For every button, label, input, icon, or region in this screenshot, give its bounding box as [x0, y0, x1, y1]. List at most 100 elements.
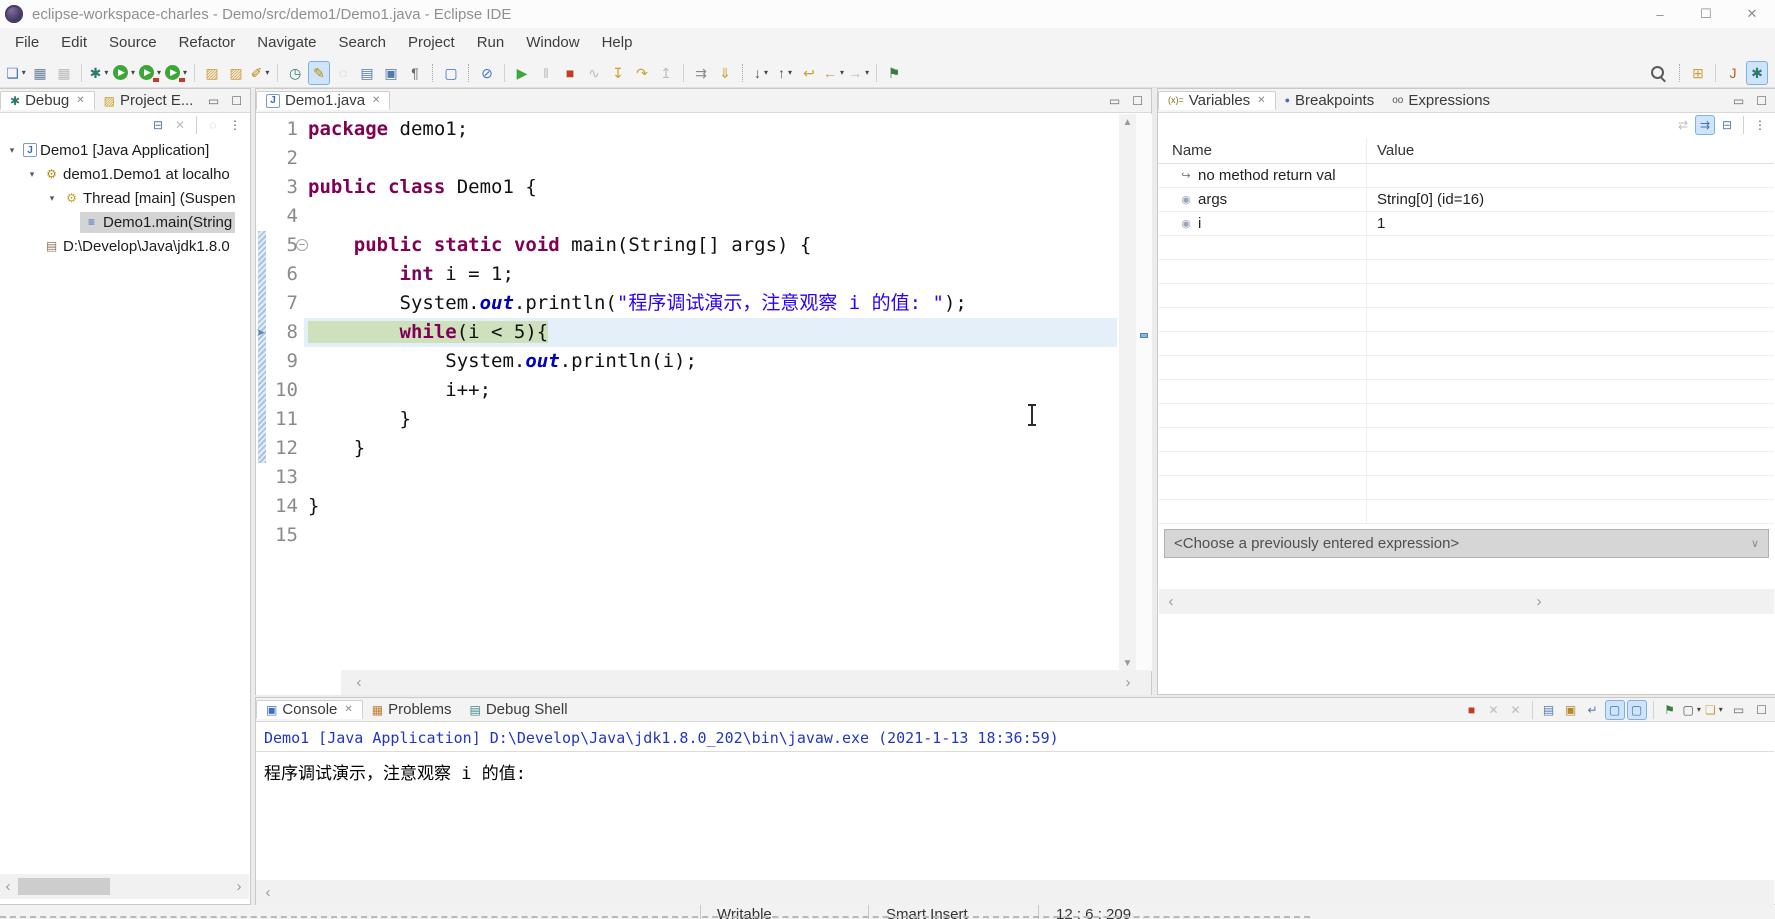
profile-icon[interactable]: ▶▾ [164, 61, 188, 85]
pin-editor-icon[interactable]: ⚑ [883, 61, 905, 85]
maximize-view-icon[interactable]: ☐ [1756, 703, 1767, 717]
menu-help[interactable]: Help [591, 28, 644, 58]
menu-project[interactable]: Project [397, 28, 466, 58]
variable-row[interactable]: ↪no method return val [1158, 164, 1774, 188]
open-console-icon[interactable]: ▢ [440, 61, 462, 85]
maximize-view-icon[interactable]: ☐ [1132, 94, 1143, 108]
scrollbar-thumb[interactable] [18, 878, 110, 895]
show-logical-structures-icon[interactable]: ⇉ [1695, 115, 1715, 135]
tab-debug[interactable]: ✱Debug✕ [0, 91, 95, 110]
variables-table-header[interactable]: Name Value [1158, 138, 1774, 164]
code-line-3[interactable]: 3public class Demo1 { [256, 173, 1117, 202]
code-line-5[interactable]: 5 public static void main(String[] args)… [256, 231, 1117, 260]
remove-all-terminated-icon[interactable]: ✕ [170, 115, 190, 135]
forward-icon[interactable]: →▾ [847, 61, 870, 85]
minimize-view-icon[interactable]: ▭ [1109, 94, 1120, 108]
disconnect-icon[interactable]: ∿ [583, 61, 605, 85]
maximize-view-icon[interactable]: ☐ [231, 94, 242, 108]
scroll-left-icon[interactable]: ‹ [260, 880, 276, 905]
mark-occurrences-icon[interactable]: ✎ [308, 61, 330, 85]
tab-expressions[interactable]: ooExpressions [1383, 92, 1499, 109]
show-on-stdout-icon[interactable]: ▢ [1605, 700, 1625, 720]
code-line-2[interactable]: 2 [256, 144, 1117, 173]
menu-run[interactable]: Run [466, 28, 516, 58]
display-console-icon[interactable]: ▢▾ [1682, 700, 1702, 720]
view-menu-icon[interactable]: ⋮ [1750, 115, 1770, 135]
expand-arrow-icon[interactable]: ▾ [4, 145, 20, 156]
new-wizard-icon[interactable]: ❏▾ [5, 61, 27, 85]
scroll-up-icon[interactable]: ▲ [1119, 114, 1136, 130]
debug-perspective-icon[interactable]: ✱ [1746, 61, 1768, 85]
previous-annotation-icon[interactable]: ↑▾ [774, 61, 796, 85]
code-line-1[interactable]: 1package demo1; [256, 115, 1117, 144]
code-line-11[interactable]: 11 } [256, 405, 1117, 434]
step-into-icon[interactable]: ↧ [607, 61, 629, 85]
code-line-4[interactable]: 4 [256, 202, 1117, 231]
use-step-filters-icon[interactable]: ⇉ [690, 61, 712, 85]
step-return-icon[interactable]: ↥ [655, 61, 677, 85]
menu-file[interactable]: File [4, 28, 50, 58]
minimize-view-icon[interactable]: ▭ [208, 94, 219, 108]
value-column-header[interactable]: Value [1367, 142, 1774, 159]
console-hscrollbar[interactable]: ‹ [256, 880, 1774, 905]
expand-arrow-icon[interactable]: ▾ [44, 193, 60, 204]
resume-icon[interactable]: ▶ [511, 61, 533, 85]
suspend-icon[interactable]: ‖ [535, 61, 557, 85]
debug-icon[interactable]: ✱▾ [88, 61, 110, 85]
code-line-10[interactable]: 10 i++; [256, 376, 1117, 405]
code-line-13[interactable]: 13 [256, 463, 1117, 492]
open-perspective-icon[interactable]: ⊞ [1687, 61, 1709, 85]
code-area[interactable]: 1package demo1;23public class Demo1 {45 … [256, 115, 1117, 550]
variable-row[interactable]: ◉argsString[0] (id=16) [1158, 188, 1774, 212]
show-outline-icon[interactable]: ▣ [380, 61, 402, 85]
drop-to-frame-icon[interactable]: ⇓ [714, 61, 736, 85]
remove-launch-icon[interactable]: ✕ [1484, 700, 1504, 720]
run-coverage-icon[interactable]: ▶▾ [138, 61, 162, 85]
step-over-icon[interactable]: ↷ [631, 61, 653, 85]
tab-variables[interactable]: (x)=Variables✕ [1158, 91, 1276, 110]
minimize-view-icon[interactable]: ▭ [1733, 94, 1744, 108]
history-icon[interactable]: ◷ [284, 61, 306, 85]
tab-project-e[interactable]: ▨Project E... [95, 92, 203, 109]
collapse-all-icon[interactable]: ⊟ [1717, 115, 1737, 135]
fold-collapse-icon[interactable]: − [296, 239, 308, 251]
tree-item[interactable]: ≡Demo1.main(String [0, 210, 249, 234]
menu-source[interactable]: Source [98, 28, 168, 58]
team-sync-icon[interactable]: ◌ [332, 61, 354, 85]
overview-ruler[interactable] [1136, 114, 1152, 671]
terminate-icon[interactable]: ■ [1462, 700, 1482, 720]
maximize-view-icon[interactable]: ☐ [1756, 94, 1767, 108]
code-line-9[interactable]: 9 System.out.println(i); [256, 347, 1117, 376]
close-window-button[interactable]: ✕ [1729, 0, 1775, 28]
editor-hscrollbar[interactable]: ‹ › [256, 670, 1151, 695]
view-menu-icon[interactable]: ⋮ [225, 115, 245, 135]
terminate-icon[interactable]: ■ [559, 61, 581, 85]
view-settings-icon[interactable]: ◌ [203, 115, 223, 135]
minimize-view-icon[interactable]: ▭ [1733, 703, 1744, 717]
scroll-right-icon[interactable]: › [1531, 589, 1547, 614]
tab-debug-shell[interactable]: ▤Debug Shell [460, 701, 576, 718]
variables-hscrollbar[interactable]: ‹ › [1159, 589, 1774, 614]
close-tab-icon[interactable]: ✕ [1257, 95, 1265, 106]
expand-arrow-icon[interactable]: ▾ [24, 169, 40, 180]
pin-console-icon[interactable]: ⚑ [1660, 700, 1680, 720]
show-whitespace-icon[interactable]: ¶ [404, 61, 426, 85]
tree-item[interactable]: ▾⚙Thread [main] (Suspen [0, 186, 249, 210]
menu-window[interactable]: Window [515, 28, 590, 58]
scroll-right-icon[interactable]: › [1120, 670, 1136, 695]
skip-breakpoints-icon[interactable]: ⊘ [476, 61, 498, 85]
close-tab-icon[interactable]: ✕ [76, 95, 84, 106]
show-type-names-icon[interactable]: ⇄ [1673, 115, 1693, 135]
menu-search[interactable]: Search [327, 28, 397, 58]
back-icon[interactable]: ←▾ [822, 61, 845, 85]
editor-vscrollbar[interactable]: ▲ ▼ [1119, 114, 1136, 671]
open-console-view-icon[interactable]: ❏▾ [1704, 700, 1724, 720]
scroll-right-icon[interactable]: › [231, 874, 247, 899]
menu-edit[interactable]: Edit [50, 28, 98, 58]
code-line-12[interactable]: 12 } [256, 434, 1117, 463]
variable-row[interactable]: ◉i1 [1158, 212, 1774, 236]
collapse-all-icon[interactable]: ⊟ [148, 115, 168, 135]
menu-refactor[interactable]: Refactor [168, 28, 247, 58]
maximize-window-button[interactable]: ☐ [1683, 0, 1729, 28]
current-line-marker[interactable] [1140, 333, 1148, 338]
